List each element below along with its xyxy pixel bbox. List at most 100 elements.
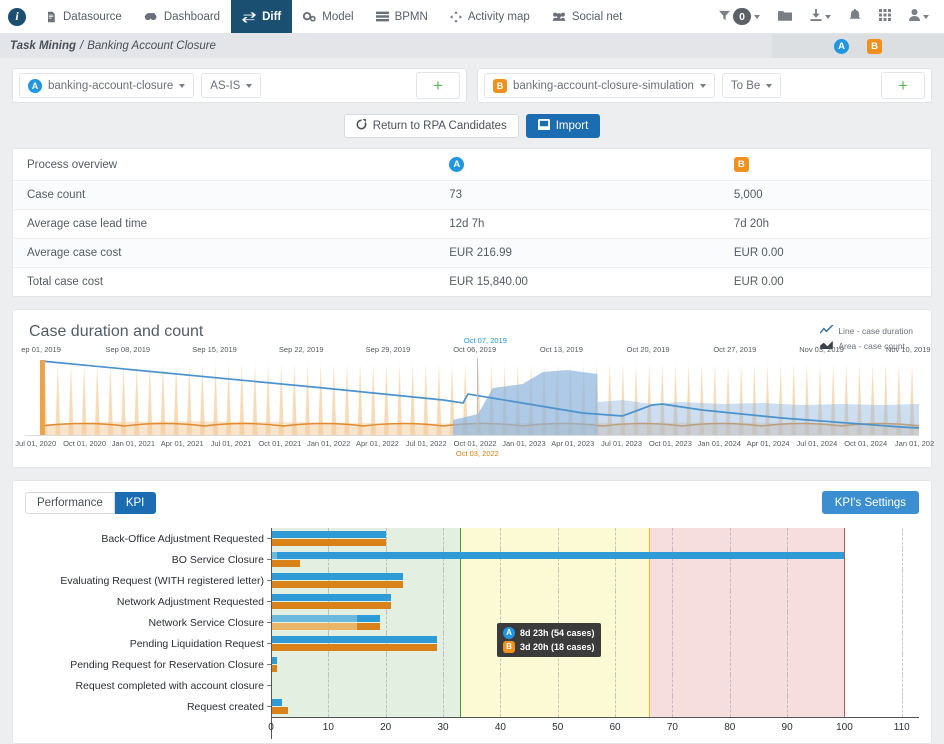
x-axis-tick-label: 80	[724, 722, 736, 733]
bar-group	[271, 549, 919, 570]
nav-item-social-net[interactable]: Social net	[541, 0, 634, 33]
column-header-a: A	[435, 149, 720, 181]
nav-item-bpmn[interactable]: BPMN	[365, 0, 439, 33]
bar-a[interactable]	[276, 552, 845, 559]
variant-name-b: To Be	[730, 79, 761, 92]
nav-item-datasource[interactable]: Datasource	[34, 0, 133, 33]
badge-a: A	[449, 157, 465, 172]
kpi-settings-button[interactable]: KPI's Settings	[821, 491, 919, 514]
kpi-bar-chart: Back-Office Adjustment Requested BO Servi…	[25, 528, 919, 717]
bar-b[interactable]	[271, 707, 289, 714]
bar-category-label: Network Adjustment Requested	[116, 595, 264, 608]
bar-a[interactable]	[271, 573, 403, 580]
bar-b[interactable]	[271, 539, 386, 546]
bar-b[interactable]	[357, 623, 380, 630]
table-row: Average case lead time 12d 7h 7d 20h	[13, 209, 931, 239]
x-axis-tick-label: 30	[437, 722, 449, 733]
notifications-button[interactable]	[840, 0, 870, 34]
diff-arrows-icon	[242, 11, 257, 23]
row-label: Average case cost	[13, 238, 436, 268]
bar-category-label: Request completed with account closure	[75, 679, 264, 692]
bar-track	[267, 654, 919, 675]
bar-chart-row: Evaluating Request (WITH registered lett…	[25, 570, 919, 591]
bar-a[interactable]	[357, 615, 380, 622]
axis-tick-label: ep 01, 2019	[21, 345, 61, 354]
bar-category-label: BO Service Closure	[171, 553, 264, 566]
line-chart-icon	[819, 324, 834, 339]
duration-bottom-axis: Jul 01, 2020 Oct 01, 2020 Jan 01, 2021 Apr …	[15, 439, 934, 461]
process-name-a: banking-account-closure	[48, 79, 174, 92]
bar-segment-b-light[interactable]	[271, 623, 358, 630]
duration-tooltip: A 8d 23h (54 cases) B 3d 20h (18 cases)	[497, 623, 601, 657]
row-value-a: 12d 7h	[435, 209, 720, 239]
bar-category-label: Evaluating Request (WITH registered lett…	[60, 574, 264, 587]
breadcrumb-root[interactable]: Task Mining	[10, 40, 76, 52]
variant-name-a: AS-IS	[210, 79, 241, 92]
chevron-down-icon	[179, 83, 186, 88]
badge-a[interactable]: A	[834, 38, 849, 54]
duration-plot[interactable]	[25, 358, 919, 436]
variant-dropdown-a[interactable]: AS-IS	[201, 73, 262, 98]
nav-label: Model	[322, 10, 354, 23]
axis-tick-label: Jan 01, 2022	[306, 439, 351, 448]
x-axis-tick-label: 40	[494, 722, 506, 733]
bar-a[interactable]	[271, 699, 283, 706]
legend-label: Line - case duration	[838, 326, 913, 336]
apps-grid-button[interactable]	[870, 0, 900, 34]
nav-item-dashboard[interactable]: Dashboard	[133, 0, 231, 33]
chevron-down-icon[interactable]	[923, 14, 929, 19]
bar-b[interactable]	[271, 560, 300, 567]
page-content: A banking-account-closure AS-IS + B bank…	[0, 58, 944, 744]
chevron-down-icon[interactable]	[825, 14, 831, 19]
bar-track	[267, 696, 919, 717]
row-value-b: 5,000	[719, 180, 931, 210]
bar-b[interactable]	[271, 581, 403, 588]
import-button[interactable]: Import	[525, 114, 601, 138]
nav-item-model[interactable]: Model	[292, 0, 364, 33]
bar-track	[267, 675, 919, 696]
tab-performance[interactable]: Performance	[25, 491, 115, 514]
bar-group	[271, 654, 919, 675]
row-value-a: EUR 15,840.00	[449, 276, 528, 288]
bar-category-label: Request created	[186, 700, 264, 713]
axis-tick-label: Jul 01, 2021	[210, 439, 252, 448]
chevron-down-icon[interactable]	[754, 14, 760, 19]
folder-button[interactable]	[769, 0, 801, 34]
download-button[interactable]	[801, 0, 840, 34]
bar-category-label: Pending Request for Reservation Closure	[70, 658, 264, 671]
table-row: Average case cost EUR 216.99 EUR 0.00	[13, 238, 931, 268]
bar-b[interactable]	[271, 602, 392, 609]
filter-button[interactable]: 0	[710, 0, 769, 34]
table-row: Total case cost EUR 15,840.00 EUR 0.00	[13, 268, 931, 297]
activity-map-icon	[449, 10, 462, 23]
row-value-a: EUR 216.99	[435, 238, 720, 268]
process-dropdown-a[interactable]: A banking-account-closure	[19, 73, 195, 98]
tab-kpi[interactable]: KPI	[114, 491, 157, 514]
variant-dropdown-b[interactable]: To Be	[721, 73, 782, 98]
return-to-rpa-candidates-button[interactable]: Return to RPA Candidates	[343, 114, 519, 138]
breadcrumb-current: Banking Account Closure	[87, 40, 216, 52]
bar-b[interactable]	[271, 644, 438, 651]
user-menu-button[interactable]	[900, 0, 938, 34]
breadcrumb-badges: A B	[772, 34, 944, 58]
nav-left-group: i Datasource Dashboard Diff Model BPMN A…	[0, 0, 633, 33]
import-label: Import	[555, 120, 589, 132]
row-value-b: EUR 0.00	[733, 276, 784, 288]
add-filter-button-a[interactable]: +	[416, 72, 460, 99]
badge-b: B	[493, 78, 507, 93]
process-dropdown-b[interactable]: B banking-account-closure-simulation	[484, 73, 715, 98]
axis-tick-label: Nov 10, 2019	[885, 345, 931, 354]
bar-segment-a-light[interactable]	[271, 615, 358, 622]
bar-a[interactable]	[271, 531, 386, 538]
add-filter-button-b[interactable]: +	[881, 72, 925, 99]
app-logo[interactable]: i	[0, 0, 34, 33]
bar-a[interactable]	[271, 594, 392, 601]
file-icon	[45, 11, 57, 23]
bar-group	[271, 591, 919, 612]
nav-item-diff[interactable]: Diff	[231, 0, 293, 33]
tooltip-row-a: A 8d 23h (54 cases)	[503, 626, 595, 640]
bar-a[interactable]	[271, 636, 438, 643]
badge-b[interactable]: B	[867, 38, 882, 54]
nav-item-activity-map[interactable]: Activity map	[439, 0, 541, 33]
bar-track	[267, 570, 919, 591]
